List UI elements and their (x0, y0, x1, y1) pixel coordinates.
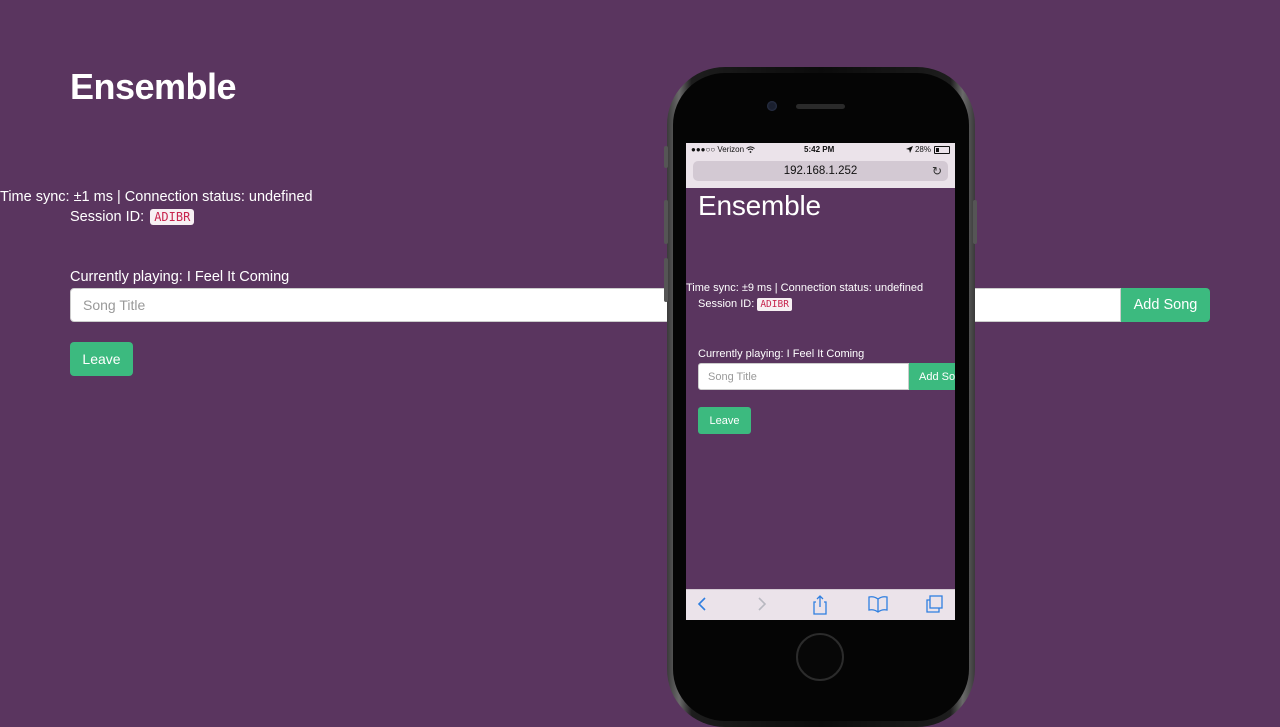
page-title: Ensemble (70, 66, 237, 107)
phone-volume-up (664, 200, 668, 244)
mobile-currently-playing: Currently playing: I Feel It Coming (698, 348, 865, 360)
mobile-add-song-button[interactable]: Add Song (909, 363, 955, 390)
battery-percent: 28% (914, 145, 931, 154)
earpiece-speaker (796, 104, 845, 109)
home-button[interactable] (796, 633, 844, 681)
forward-icon[interactable] (756, 595, 768, 618)
leave-button[interactable]: Leave (70, 342, 133, 376)
phone-power-button (973, 200, 977, 244)
mobile-session-id-label: Session ID: (698, 298, 755, 310)
session-id-row: Session ID: ADIBR (70, 209, 195, 225)
add-song-button[interactable]: Add Song (1121, 288, 1210, 322)
location-icon (905, 146, 913, 153)
mobile-page-title: Ensemble (698, 190, 821, 221)
time-sync-status: Time sync: ±1 ms | Connection status: un… (0, 189, 313, 205)
reload-icon[interactable]: ↻ (932, 161, 942, 181)
mobile-leave-button[interactable]: Leave (698, 407, 751, 434)
phone-volume-down (664, 258, 668, 302)
tabs-icon[interactable] (925, 595, 944, 619)
url-text: 192.168.1.252 (783, 165, 858, 177)
status-right: 28% (905, 145, 931, 154)
back-icon[interactable] (696, 595, 708, 618)
safari-toolbar (686, 589, 955, 620)
currently-playing: Currently playing: I Feel It Coming (70, 269, 290, 285)
bookmarks-icon[interactable] (868, 595, 888, 618)
share-icon[interactable] (812, 595, 828, 620)
mobile-time-sync-status: Time sync: ±9 ms | Connection status: un… (686, 282, 924, 294)
wifi-icon (746, 146, 756, 153)
carrier-signal: ●●●○○ Verizon (691, 145, 756, 154)
mobile-session-id-code: ADIBR (757, 298, 792, 311)
phone-screen: ●●●○○ Verizon 5:42 PM 28% 192.168.1.252 … (686, 143, 955, 620)
mobile-song-title-input[interactable] (698, 363, 909, 390)
mobile-session-id-row: Session ID: ADIBR (698, 298, 792, 311)
phone-mute-switch (664, 146, 668, 168)
status-time: 5:42 PM (804, 145, 835, 154)
carrier-label: ●●●○○ Verizon (691, 145, 745, 154)
front-camera-icon (767, 101, 777, 111)
ios-status-bar: ●●●○○ Verizon 5:42 PM 28% (686, 143, 955, 157)
url-bar[interactable]: 192.168.1.252 ↻ (693, 161, 948, 181)
session-id-label: Session ID: (70, 209, 145, 225)
session-id-code: ADIBR (150, 209, 195, 225)
safari-address-area: 192.168.1.252 ↻ (686, 157, 955, 188)
battery-icon (934, 146, 950, 154)
